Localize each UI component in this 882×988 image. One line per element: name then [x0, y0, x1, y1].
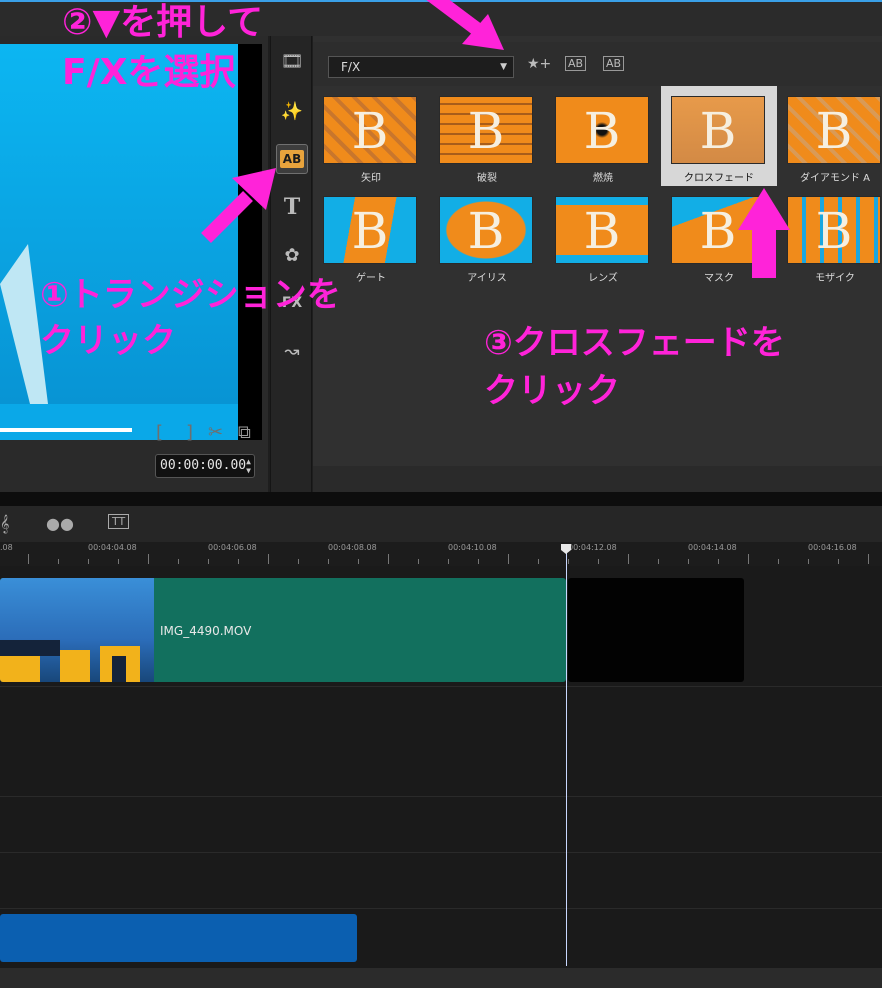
step1-note-line1: ①トランジションを [40, 275, 341, 315]
step2-note-line1: ②▼を押して [62, 2, 264, 43]
step3-note-line1: ③クロスフェードを [484, 323, 785, 363]
step3-note-line2: クリック [484, 371, 620, 411]
step1-note-line2: クリック [40, 321, 176, 361]
step2-note-line2: F/Xを選択 [62, 52, 236, 93]
annotation-arrows [201, 0, 790, 278]
